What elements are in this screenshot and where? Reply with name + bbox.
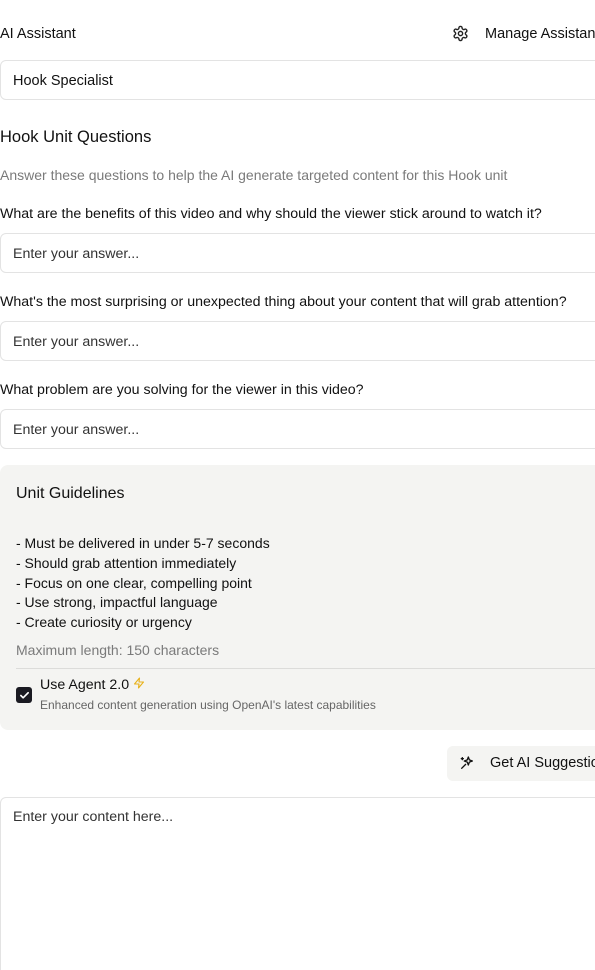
agent-description: Enhanced content generation using OpenAI… — [40, 698, 376, 712]
question-label-2: What's the most surprising or unexpected… — [0, 294, 567, 310]
manage-assistants-button[interactable]: Manage Assistants — [485, 26, 595, 42]
guideline-item: - Create curiosity or urgency — [16, 614, 192, 630]
check-icon — [19, 691, 29, 699]
lightning-icon — [133, 676, 145, 690]
divider — [16, 668, 595, 669]
use-agent-checkbox[interactable] — [16, 687, 32, 703]
question-label-1: What are the benefits of this video and … — [0, 206, 542, 222]
agent-title: Use Agent 2.0 — [40, 677, 130, 693]
content-textarea[interactable]: Enter your content here... — [0, 797, 595, 970]
answer-input-2[interactable]: Enter your answer... — [0, 321, 595, 361]
answer-input-3[interactable]: Enter your answer... — [0, 409, 595, 449]
agent-title-row: Use Agent 2.0 — [40, 676, 145, 693]
answer-input-1[interactable]: Enter your answer... — [0, 233, 595, 273]
sparkles-icon — [459, 755, 475, 771]
section-title: Hook Unit Questions — [0, 128, 152, 146]
question-label-3: What problem are you solving for the vie… — [0, 382, 364, 398]
gear-icon[interactable] — [452, 25, 469, 42]
guideline-item: - Must be delivered in under 5-7 seconds — [16, 535, 270, 551]
guideline-item: - Should grab attention immediately — [16, 555, 237, 571]
ai-assistant-label: AI Assistant — [0, 26, 76, 42]
section-description: Answer these questions to help the AI ge… — [0, 167, 508, 183]
assistant-select[interactable]: Hook Specialist — [0, 60, 595, 100]
guidelines-title: Unit Guidelines — [16, 485, 125, 502]
guideline-item: - Focus on one clear, compelling point — [16, 575, 252, 591]
max-length-note: Maximum length: 150 characters — [16, 642, 220, 658]
guideline-item: - Use strong, impactful language — [16, 594, 218, 610]
get-ai-suggestions-label[interactable]: Get AI Suggestions — [490, 755, 595, 771]
